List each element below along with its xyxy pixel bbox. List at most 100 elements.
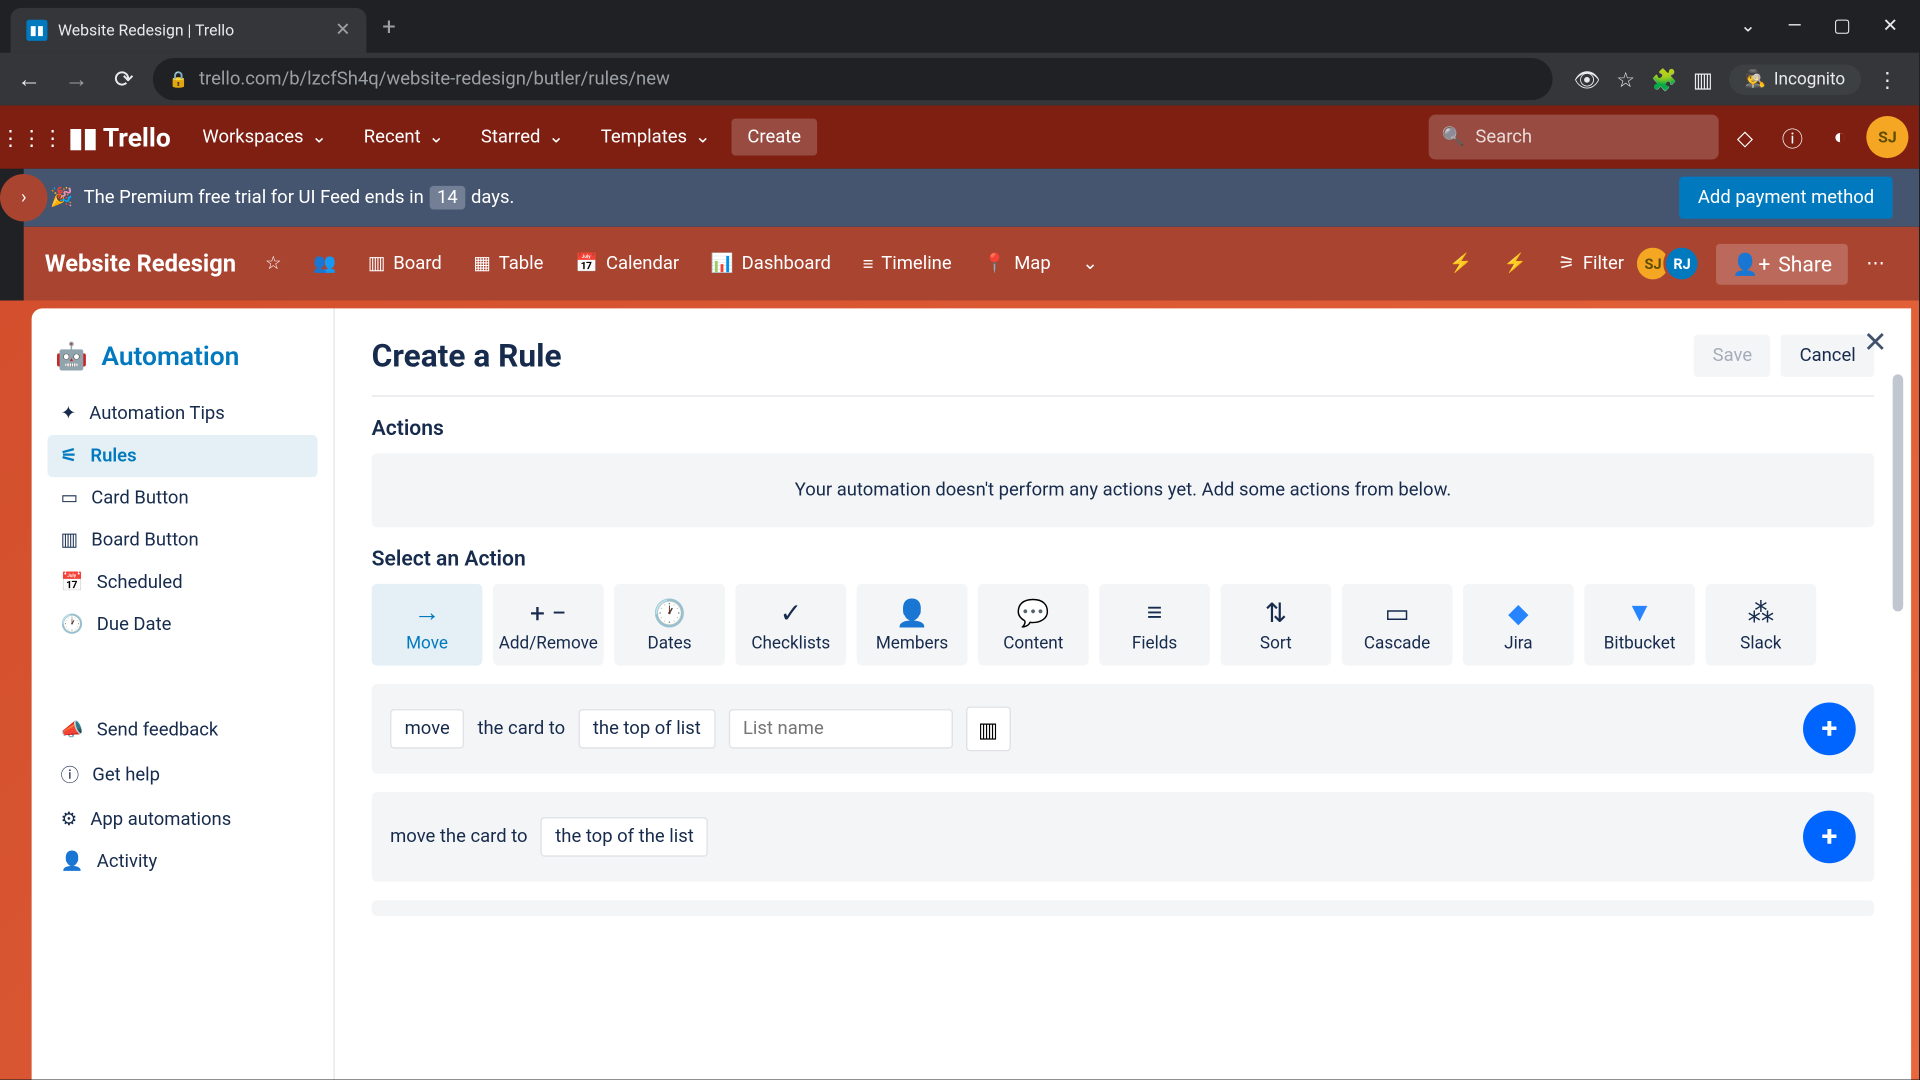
tab-move[interactable]: →Move [372, 584, 483, 666]
position-chip[interactable]: the top of list [578, 709, 715, 749]
tab-bitbucket[interactable]: ▼Bitbucket [1584, 584, 1695, 666]
close-tab-icon[interactable]: ✕ [335, 20, 350, 41]
user-avatar[interactable]: SJ [1866, 116, 1908, 158]
back-button[interactable]: ← [11, 61, 48, 98]
filter-icon: ⚞ [1558, 253, 1575, 274]
tab-fields[interactable]: ≡Fields [1099, 584, 1210, 666]
recent-menu[interactable]: Recent⌄ [348, 119, 460, 156]
robot-icon: 🤖 [55, 340, 88, 372]
action-template-row-2: move the card to the top of the list + [372, 792, 1875, 882]
person-icon: 👤 [61, 851, 84, 872]
tab-title: Website Redesign | Trello [58, 21, 325, 39]
menu-icon[interactable]: ⋮ [1877, 67, 1898, 92]
action-verb-chip[interactable]: move [390, 709, 464, 749]
sidebar-item-app-automations[interactable]: ⚙App automations [47, 799, 317, 841]
browser-tab-strip: ▮▮ Website Redesign | Trello ✕ + ⌄ — ▢ ✕ [0, 0, 1919, 53]
browser-tab[interactable]: ▮▮ Website Redesign | Trello ✕ [11, 8, 367, 53]
filter-button[interactable]: ⚞Filter [1545, 245, 1637, 282]
help-icon[interactable]: ⓘ [1771, 116, 1813, 158]
arrow-right-icon: → [414, 596, 440, 628]
url-text: trello.com/b/lzcfSh4q/website-redesign/b… [199, 69, 670, 90]
star-board-icon[interactable]: ☆ [252, 245, 295, 282]
templates-menu[interactable]: Templates⌄ [585, 119, 726, 156]
incognito-icon: 🕵 [1745, 69, 1766, 89]
extensions-icon[interactable]: 🧩 [1651, 67, 1677, 92]
chevron-down-icon[interactable]: ⌄ [1740, 16, 1755, 37]
create-button[interactable]: Create [732, 119, 817, 156]
table-view[interactable]: ▦Table [460, 245, 556, 282]
save-button[interactable]: Save [1694, 335, 1770, 377]
starred-menu[interactable]: Starred⌄ [465, 119, 580, 156]
forward-button[interactable]: → [58, 61, 95, 98]
minimize-icon[interactable]: — [1787, 16, 1801, 37]
tab-sort[interactable]: ⇅Sort [1220, 584, 1331, 666]
tab-jira[interactable]: ◆Jira [1463, 584, 1574, 666]
scrollbar[interactable] [1893, 374, 1906, 743]
sidebar-item-activity[interactable]: 👤Activity [47, 841, 317, 883]
add-payment-button[interactable]: Add payment method [1679, 177, 1892, 219]
share-button[interactable]: 👤+Share [1716, 243, 1848, 284]
sidebar-item-rules[interactable]: ⚟Rules [47, 435, 317, 477]
incognito-badge[interactable]: 🕵 Incognito [1729, 64, 1861, 94]
panel-icon[interactable]: ▥ [1693, 67, 1713, 92]
notifications-icon[interactable]: ◇ [1724, 116, 1766, 158]
close-panel-icon[interactable]: ✕ [1863, 327, 1887, 360]
new-tab-button[interactable]: + [382, 13, 395, 41]
lines-icon: ≡ [1147, 596, 1162, 628]
list-name-input[interactable] [728, 709, 952, 749]
sort-icon: ⇅ [1265, 596, 1287, 628]
workspaces-menu[interactable]: Workspaces⌄ [187, 119, 343, 156]
board-title[interactable]: Website Redesign [45, 250, 247, 278]
timeline-view[interactable]: ≡Timeline [849, 244, 964, 282]
map-view[interactable]: 📍Map [970, 245, 1064, 282]
automation-icon[interactable]: ⚡ [1491, 245, 1540, 282]
table-icon: ▦ [473, 253, 490, 274]
tab-members[interactable]: 👤Members [857, 584, 968, 666]
lock-icon: 🔒 [169, 70, 189, 88]
maximize-icon[interactable]: ▢ [1833, 16, 1850, 37]
position-chip[interactable]: the top of the list [541, 817, 708, 857]
apps-grid-icon[interactable]: ⋮⋮⋮ [11, 116, 53, 158]
member-rj[interactable]: RJ [1664, 245, 1701, 282]
action-text: the card to [477, 718, 565, 739]
board-menu-icon[interactable]: ⋯ [1853, 245, 1898, 282]
sidebar-item-card-button[interactable]: ▭Card Button [47, 477, 317, 519]
sidebar-item-due-date[interactable]: 🕐Due Date [47, 604, 317, 646]
sidebar-item-tips[interactable]: ✦Automation Tips [47, 393, 317, 435]
action-category-tabs: →Move + −Add/Remove 🕐Dates ✓Checklists 👤… [372, 584, 1875, 666]
trello-logo[interactable]: ▮▮ Trello [58, 121, 181, 153]
member-avatars[interactable]: SJ RJ [1643, 245, 1701, 282]
action-template-row-3 [372, 900, 1875, 916]
reload-button[interactable]: ⟳ [105, 61, 142, 98]
cancel-button[interactable]: Cancel [1781, 335, 1874, 377]
sidebar-item-board-button[interactable]: ▥Board Button [47, 519, 317, 561]
trello-logo-icon: ▮▮ [69, 121, 98, 153]
person-icon: 👤 [896, 596, 929, 628]
add-action-button[interactable]: + [1803, 702, 1856, 755]
address-bar[interactable]: 🔒 trello.com/b/lzcfSh4q/website-redesign… [153, 58, 1553, 100]
sidebar-item-scheduled[interactable]: 📅Scheduled [47, 561, 317, 603]
rocket-icon[interactable]: ⚡ [1436, 245, 1485, 282]
search-input[interactable]: 🔍 Search [1429, 115, 1719, 160]
tab-cascade[interactable]: ▭Cascade [1342, 584, 1453, 666]
tab-add-remove[interactable]: + −Add/Remove [493, 584, 604, 666]
tab-content[interactable]: 💬Content [978, 584, 1089, 666]
board-view[interactable]: ▥Board [355, 245, 455, 282]
star-icon[interactable]: ☆ [1616, 67, 1635, 92]
close-window-icon[interactable]: ✕ [1882, 16, 1897, 37]
calendar-view[interactable]: 📅Calendar [562, 245, 692, 282]
visibility-icon[interactable]: 👥 [300, 245, 349, 282]
sidebar-expand-icon[interactable]: › [0, 174, 47, 221]
add-action-button[interactable]: + [1803, 811, 1856, 864]
board-picker-icon[interactable]: ▥ [966, 706, 1011, 751]
sidebar-item-feedback[interactable]: 📣Send feedback [47, 709, 317, 751]
sidebar-item-help[interactable]: ⓘGet help [47, 751, 317, 798]
eye-off-icon[interactable]: 👁 [1574, 67, 1601, 92]
more-views-icon[interactable]: ⌄ [1069, 245, 1111, 282]
tab-checklists[interactable]: ✓Checklists [735, 584, 846, 666]
automation-title: 🤖 Automation [47, 332, 317, 379]
tab-dates[interactable]: 🕐Dates [614, 584, 725, 666]
tab-slack[interactable]: ⁂Slack [1705, 584, 1816, 666]
dashboard-view[interactable]: 📊Dashboard [698, 245, 845, 282]
theme-icon[interactable]: ◐ [1819, 116, 1861, 158]
